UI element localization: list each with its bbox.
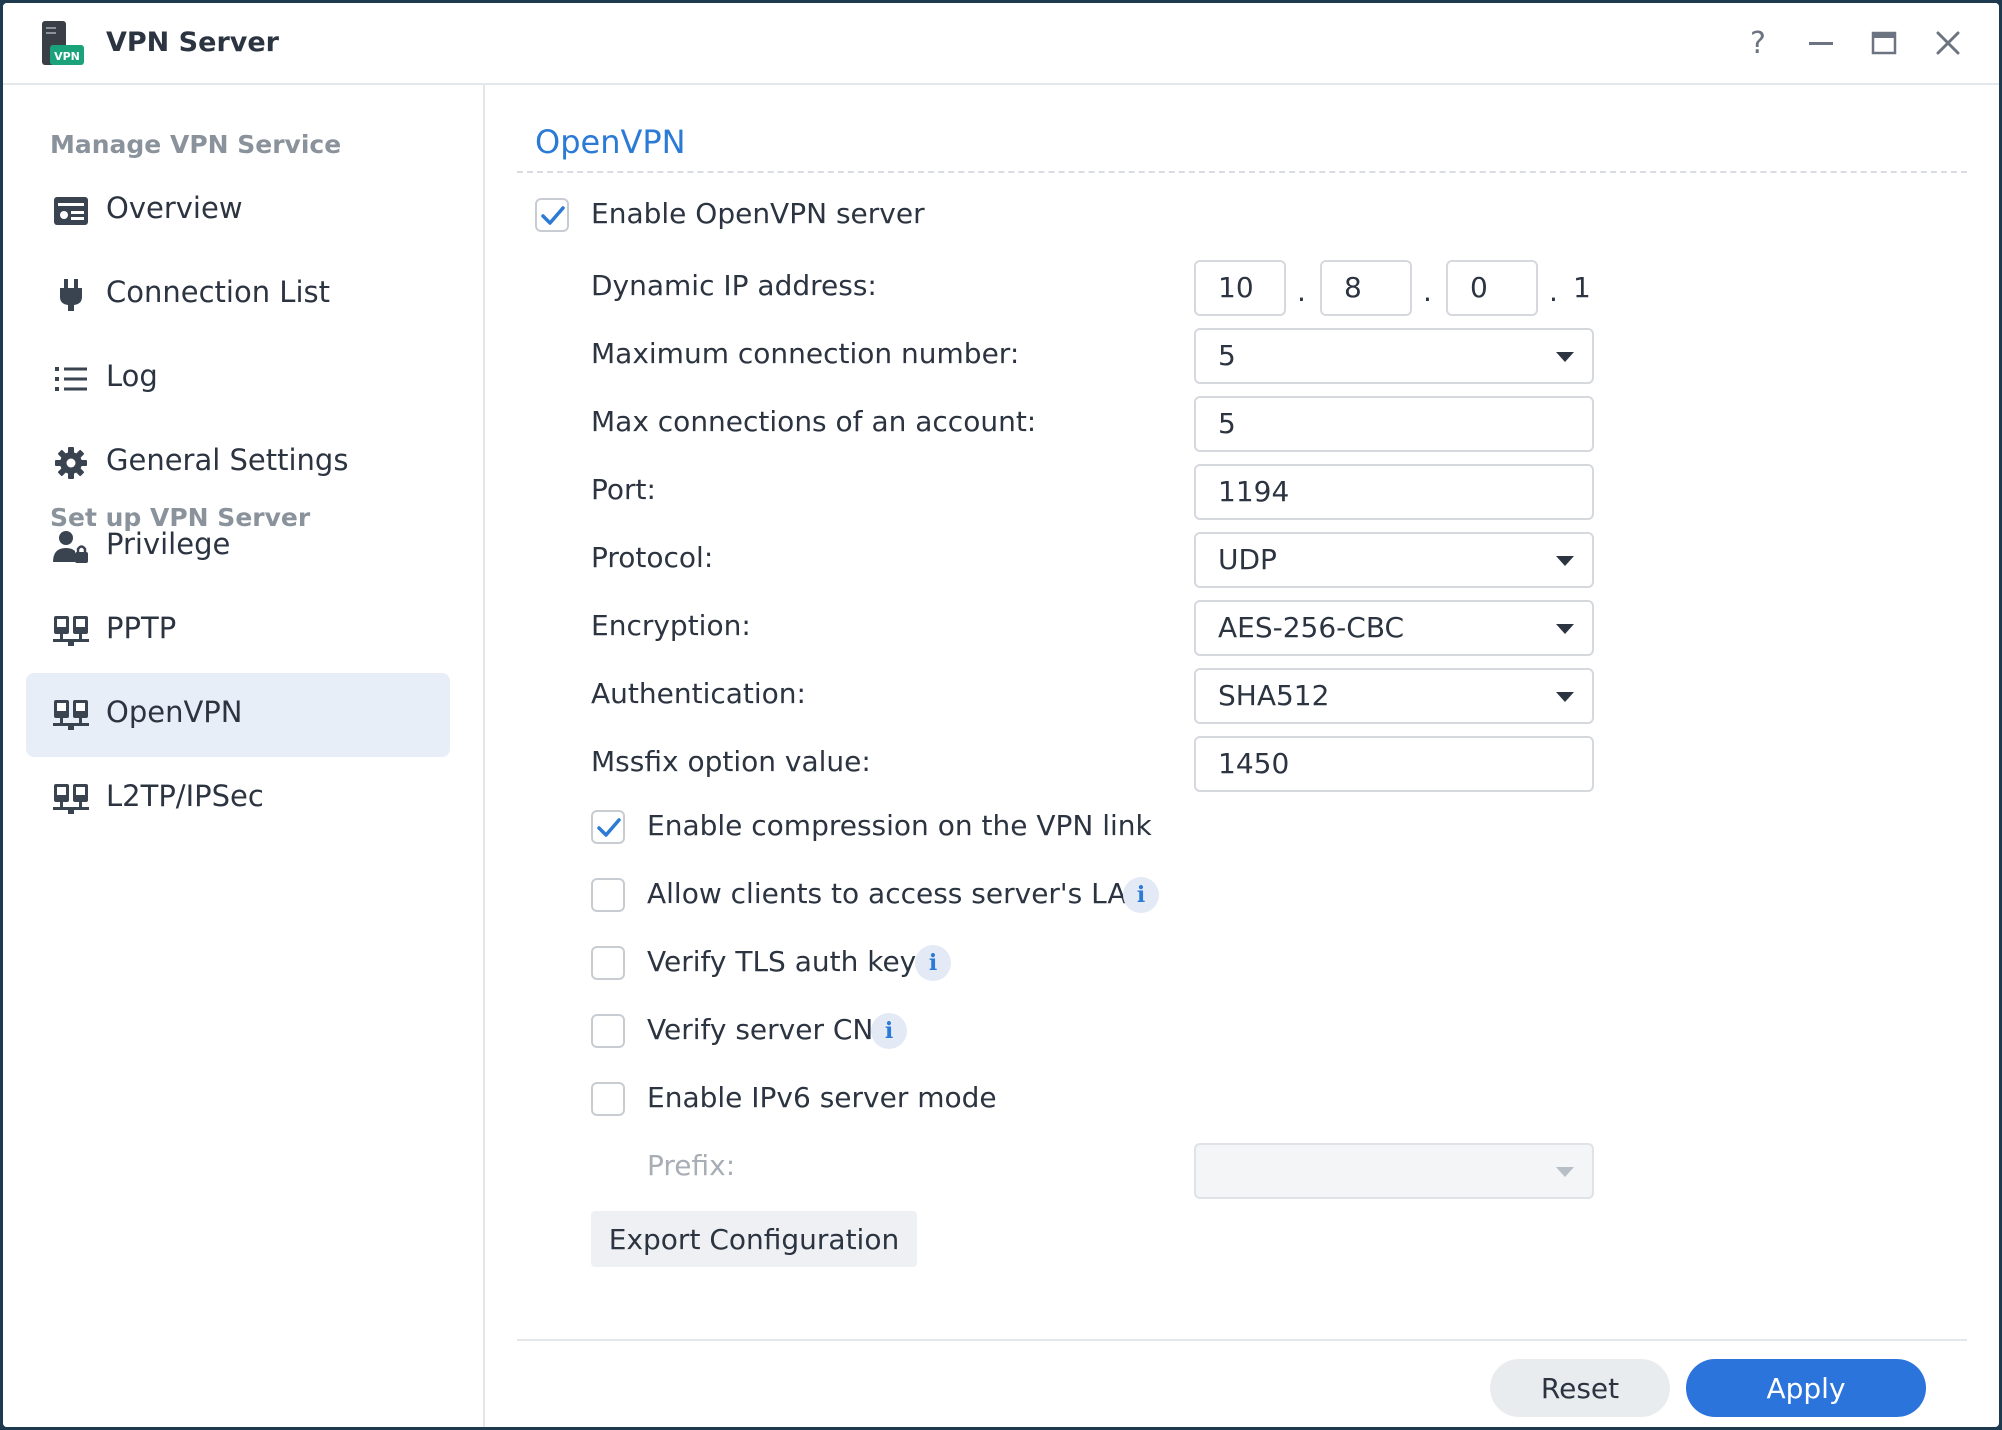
compression-label: Enable compression on the VPN link [647, 809, 1152, 842]
section-title-manage: Manage VPN Service [50, 130, 342, 159]
allow-lan-label: Allow clients to access server's LAN [647, 877, 1148, 910]
mssfix-label: Mssfix option value: [591, 745, 871, 778]
sidebar-item-label: OpenVPN [106, 695, 243, 729]
chevron-down-icon [1556, 556, 1574, 566]
ip-octet-4-value: 1 [1573, 271, 1591, 304]
sidebar-item-label: General Settings [106, 443, 349, 477]
main-panel: OpenVPN Enable OpenVPN server Dynamic IP… [485, 85, 1999, 1427]
window-title: VPN Server [106, 27, 279, 58]
verify-cn-checkbox[interactable] [591, 1014, 625, 1048]
vpn-server-window: VPN VPN Server ? Manage VPN Service Over… [3, 3, 1999, 1427]
sidebar-item-connection-list[interactable]: Connection List [26, 253, 450, 337]
sidebar-item-pptp[interactable]: PPTP [26, 589, 450, 673]
vpn-server-app-icon: VPN [40, 21, 84, 67]
maximize-button[interactable] [1864, 23, 1904, 63]
prefix-select[interactable] [1194, 1143, 1594, 1199]
enable-openvpn-label: Enable OpenVPN server [591, 197, 925, 230]
network-icon [52, 697, 90, 733]
sidebar-item-openvpn[interactable]: OpenVPN [26, 673, 450, 757]
sidebar-item-label: Connection List [106, 275, 330, 309]
sidebar-item-log[interactable]: Log [26, 337, 450, 421]
export-configuration-button[interactable]: Export Configuration [591, 1211, 917, 1267]
verify-tls-checkbox[interactable] [591, 946, 625, 980]
authentication-value: SHA512 [1218, 679, 1330, 712]
page-title: OpenVPN [535, 123, 686, 161]
protocol-label: Protocol: [591, 541, 714, 574]
port-input[interactable]: 1194 [1194, 464, 1594, 520]
sidebar-item-label: PPTP [106, 611, 177, 645]
sidebar-item-l2tp-ipsec[interactable]: L2TP/IPSec [26, 757, 450, 841]
chevron-down-icon [1556, 1167, 1574, 1177]
protocol-select[interactable]: UDP [1194, 532, 1594, 588]
encryption-select[interactable]: AES-256-CBC [1194, 600, 1594, 656]
sidebar-item-label: Log [106, 359, 158, 393]
mssfix-input[interactable]: 1450 [1194, 736, 1594, 792]
sidebar-item-label: L2TP/IPSec [106, 779, 264, 813]
help-button[interactable]: ? [1738, 23, 1778, 63]
apply-button[interactable]: Apply [1686, 1359, 1926, 1417]
authentication-select[interactable]: SHA512 [1194, 668, 1594, 724]
chevron-down-icon [1556, 624, 1574, 634]
sidebar: Manage VPN Service Overview Connection L… [3, 85, 485, 1427]
max-account-connections-input[interactable]: 5 [1194, 396, 1594, 452]
network-icon [52, 613, 90, 649]
max-connections-select[interactable]: 5 [1194, 328, 1594, 384]
allow-lan-checkbox[interactable] [591, 878, 625, 912]
app-icon-text: VPN [54, 50, 80, 63]
chevron-down-icon [1556, 352, 1574, 362]
info-icon[interactable]: i [1123, 877, 1159, 913]
verify-cn-label: Verify server CN [647, 1013, 874, 1046]
enable-openvpn-checkbox[interactable] [535, 198, 569, 232]
ipv6-label: Enable IPv6 server mode [647, 1081, 997, 1114]
authentication-label: Authentication: [591, 677, 806, 710]
ip-dot: . [1549, 275, 1558, 308]
port-label: Port: [591, 473, 656, 506]
ip-dot: . [1297, 275, 1306, 308]
maximize-icon [1871, 31, 1897, 55]
network-icon [52, 781, 90, 817]
info-icon[interactable]: i [915, 945, 951, 981]
info-icon[interactable]: i [871, 1013, 907, 1049]
title-bar: VPN VPN Server ? [3, 3, 1999, 85]
sidebar-item-label: Overview [106, 191, 243, 225]
protocol-value: UDP [1218, 543, 1277, 576]
section-title-setup: Set up VPN Server [50, 503, 311, 532]
verify-tls-label: Verify TLS auth key [647, 945, 917, 978]
ip-dot: . [1423, 275, 1432, 308]
max-account-connections-label: Max connections of an account: [591, 405, 1037, 438]
user-lock-icon [52, 529, 90, 565]
sidebar-item-overview[interactable]: Overview [26, 169, 450, 253]
prefix-label: Prefix: [647, 1149, 736, 1182]
overview-icon [52, 193, 90, 229]
chevron-down-icon [1556, 692, 1574, 702]
help-icon: ? [1750, 25, 1766, 61]
max-connections-label: Maximum connection number: [591, 337, 1020, 370]
ip-octet-3-input[interactable]: 0 [1446, 260, 1538, 316]
plug-icon [52, 277, 90, 313]
list-icon [52, 361, 90, 397]
encryption-label: Encryption: [591, 609, 751, 642]
close-icon [1936, 31, 1960, 55]
sidebar-item-label: Privilege [106, 527, 231, 561]
gear-icon [52, 445, 90, 481]
dynamic-ip-label: Dynamic IP address: [591, 269, 877, 302]
minimize-icon [1809, 42, 1833, 45]
footer-divider [517, 1339, 1967, 1341]
sidebar-item-general-settings[interactable]: General Settings [26, 421, 450, 505]
max-connections-value: 5 [1218, 339, 1236, 372]
compression-checkbox[interactable] [591, 810, 625, 844]
reset-button[interactable]: Reset [1490, 1359, 1670, 1417]
title-divider [517, 171, 1967, 173]
ip-octet-2-input[interactable]: 8 [1320, 260, 1412, 316]
encryption-value: AES-256-CBC [1218, 611, 1405, 644]
close-button[interactable] [1928, 23, 1968, 63]
minimize-button[interactable] [1801, 23, 1841, 63]
ipv6-checkbox[interactable] [591, 1082, 625, 1116]
ip-octet-1-input[interactable]: 10 [1194, 260, 1286, 316]
